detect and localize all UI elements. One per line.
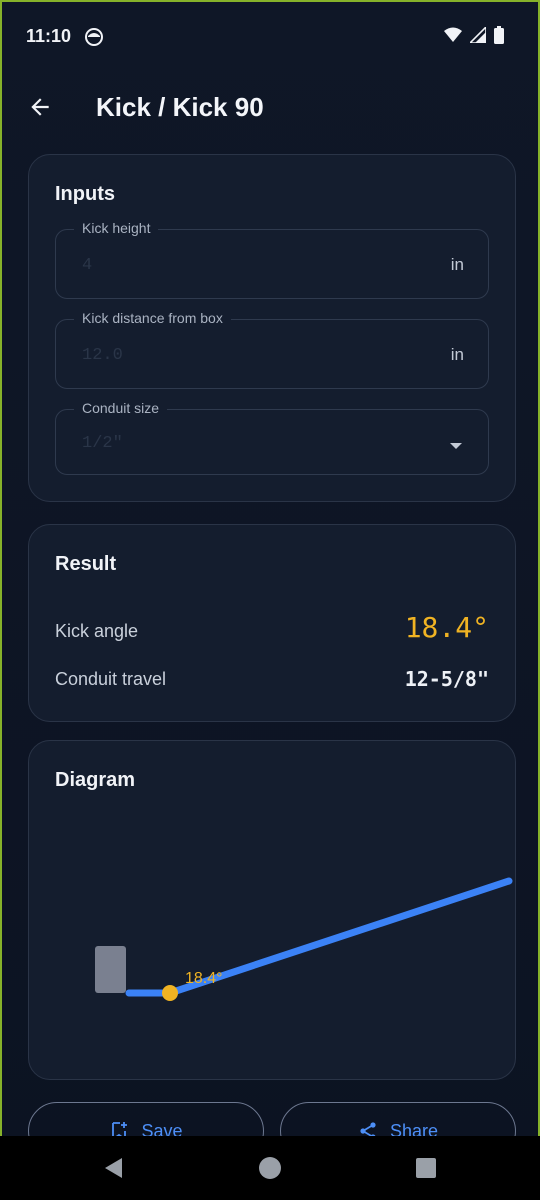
conduit-travel-label: Conduit travel <box>55 669 167 689</box>
kick-distance-unit: in <box>450 345 464 364</box>
kick-distance-field[interactable]: Kick distance from box 12.0 in <box>55 310 489 389</box>
status-time: 11:10 <box>26 26 72 46</box>
kick-height-field[interactable]: Kick height 4 in <box>55 220 489 299</box>
conduit-travel-row: Conduit travel 12-5/8" <box>55 665 489 695</box>
conduit-travel-value: 12-5/8" <box>404 667 489 691</box>
conduit-size-label: Conduit size <box>74 400 168 416</box>
box-shape <box>95 946 126 993</box>
inputs-card: Inputs Kick height 4 in Kick distance fr… <box>28 154 516 502</box>
result-card: Result Kick angle 18.4° Conduit travel 1… <box>28 524 516 722</box>
arrow-back-icon <box>31 98 49 116</box>
conduit-size-dropdown[interactable]: Conduit size 1/2" <box>55 400 489 475</box>
wifi-icon <box>444 27 462 42</box>
result-title: Result <box>55 553 117 575</box>
kick-diagram: 18.4° <box>95 877 513 1001</box>
diagram-card: Diagram 18.4° <box>28 740 516 1080</box>
app-notification-icon <box>85 28 103 46</box>
system-navigation-bar <box>0 1136 540 1200</box>
kick-angle-row: Kick angle 18.4° <box>55 611 489 651</box>
top-app-bar: Kick / Kick 90 <box>2 72 538 142</box>
kick-angle-label: Kick angle <box>55 621 139 641</box>
screen: 11:10 Kick / Kick 90 Inputs Kick height … <box>0 0 540 1200</box>
cellular-signal-icon <box>470 27 486 43</box>
kick-distance-value: 12.0 <box>82 346 123 365</box>
kick-height-value: 4 <box>82 256 93 275</box>
nav-back-icon[interactable] <box>102 1156 126 1180</box>
status-icons <box>444 26 504 44</box>
page-title: Kick / Kick 90 <box>96 92 264 122</box>
inputs-title: Inputs <box>55 183 115 205</box>
back-button[interactable] <box>18 85 62 129</box>
kick-height-label: Kick height <box>74 220 159 236</box>
kick-distance-label: Kick distance from box <box>74 310 231 326</box>
dropdown-arrow-icon <box>450 443 462 449</box>
battery-icon <box>494 26 504 44</box>
nav-recents-icon[interactable] <box>415 1157 437 1179</box>
conduit-size-value: 1/2" <box>82 434 123 453</box>
status-bar: 11:10 <box>2 2 538 72</box>
kick-height-unit: in <box>450 255 464 274</box>
diagram-angle-label: 18.4° <box>185 970 223 987</box>
nav-home-icon[interactable] <box>258 1156 282 1180</box>
kick-angle-value: 18.4° <box>404 611 489 644</box>
bend-point <box>162 985 178 1001</box>
